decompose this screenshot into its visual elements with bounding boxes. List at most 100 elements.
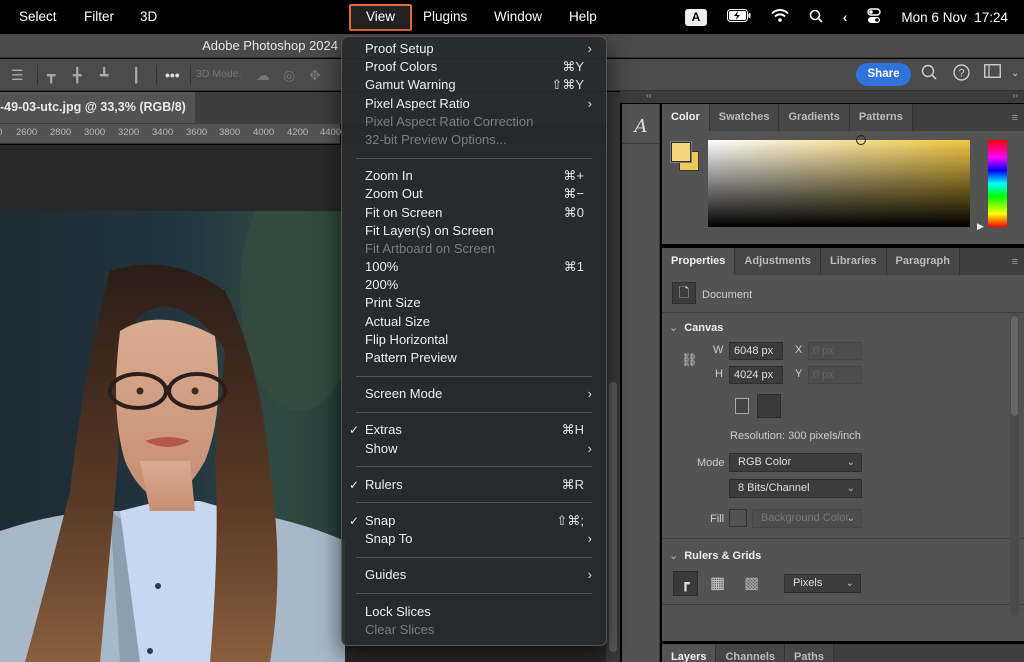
menu-item-zoom-in[interactable]: Zoom In ⌘+ <box>342 167 606 185</box>
width-field[interactable]: 6048 px <box>729 342 783 360</box>
hue-slider-handle[interactable]: ▶ <box>977 221 984 232</box>
menu-item-guides[interactable]: Guides › <box>342 566 606 584</box>
align-vcenter-icon[interactable]: ╋ <box>73 67 81 84</box>
menu-help[interactable]: Help <box>560 7 606 29</box>
rulers-grids-section-header[interactable]: ⌄ Rulers & Grids <box>669 549 761 562</box>
collapse-left-icon[interactable]: ‹‹ <box>646 91 651 100</box>
share-button[interactable]: Share <box>856 63 911 86</box>
panel-menu-icon[interactable]: ≡ <box>1012 112 1018 124</box>
menu-select[interactable]: Select <box>10 7 66 29</box>
menu-item-label: Pixel Aspect Ratio Correction <box>365 113 534 129</box>
more-options-icon[interactable]: ••• <box>165 67 180 83</box>
tab-layers[interactable]: Layers <box>662 644 717 662</box>
menu-item-print-size[interactable]: Print Size <box>342 294 606 312</box>
align-bottom-icon[interactable]: ┻ <box>100 67 108 84</box>
fill-color-swatch[interactable] <box>729 509 747 527</box>
menu-item-lock-slices[interactable]: Lock Slices <box>342 603 606 621</box>
menu-view[interactable]: View <box>349 4 413 31</box>
document-tab[interactable]: -49-03-utc.jpg @ 33,3% (RGB/8) <box>0 92 195 123</box>
tab-channels[interactable]: Channels <box>716 644 785 662</box>
workspace-icon[interactable] <box>984 64 1001 83</box>
canvas-section-header[interactable]: ⌄ Canvas <box>669 321 723 334</box>
menu-item-fit-layer-s-on-screen[interactable]: Fit Layer(s) on Screen <box>342 222 606 240</box>
color-mode-select[interactable]: RGB Color ⌄ <box>729 453 862 472</box>
tab-libraries[interactable]: Libraries <box>821 248 887 275</box>
3d-roll-icon[interactable]: ◎ <box>283 67 295 84</box>
menu-item-fit-artboard-on-screen: Fit Artboard on Screen <box>342 240 606 258</box>
panel-menu-icon[interactable]: ≡ <box>1012 256 1018 268</box>
battery-icon[interactable] <box>726 9 751 25</box>
menu-item-label: Show <box>365 440 398 456</box>
scrollbar-thumb[interactable] <box>609 382 617 652</box>
bit-depth-select[interactable]: 8 Bits/Channel ⌄ <box>729 479 862 498</box>
ruler-units-select[interactable]: Pixels ⌄ <box>784 574 861 593</box>
scrollbar-thumb[interactable] <box>1011 316 1018 416</box>
grid-icon[interactable]: ▦ <box>710 573 725 593</box>
spotlight-search-icon[interactable] <box>809 9 823 26</box>
collapse-right-icon[interactable]: ›› <box>1013 91 1018 100</box>
menu-item-fit-on-screen[interactable]: Fit on Screen ⌘0 <box>342 204 606 222</box>
link-dimensions-icon[interactable]: ⛓ <box>681 352 698 368</box>
dock-collapse-bar[interactable]: ‹‹ ›› <box>620 91 1024 103</box>
workspace-chevron-icon[interactable]: ⌄ <box>1011 68 1019 79</box>
rulers-toggle-icon[interactable]: ┏ <box>673 571 698 596</box>
align-top-icon[interactable]: ┳ <box>47 67 55 84</box>
menu-item-200[interactable]: 200% <box>342 276 606 294</box>
menu-item-proof-setup[interactable]: Proof Setup › <box>342 40 606 58</box>
menu-item-show[interactable]: Show › <box>342 440 606 458</box>
distribute-icon[interactable]: ┃ <box>132 67 140 84</box>
menu-item-100[interactable]: 100% ⌘1 <box>342 258 606 276</box>
pixel-grid-icon[interactable]: ▩ <box>744 573 759 593</box>
menu-item-gamut-warning[interactable]: Gamut Warning ⇧⌘Y <box>342 76 606 94</box>
menu-plugins[interactable]: Plugins <box>414 7 476 29</box>
help-icon[interactable]: ? <box>953 64 970 86</box>
3d-pan-icon[interactable]: ✥ <box>309 67 321 84</box>
chevron-left-icon[interactable]: ‹ <box>843 10 848 25</box>
tab-swatches[interactable]: Swatches <box>709 104 780 131</box>
menu-filter[interactable]: Filter <box>75 7 123 29</box>
menu-item-extras[interactable]: ✓ Extras ⌘H <box>342 421 606 439</box>
input-source-icon[interactable]: A <box>684 8 707 26</box>
menu-item-screen-mode[interactable]: Screen Mode › <box>342 385 606 403</box>
clock[interactable]: Mon 6 Nov 17:24 <box>901 10 1008 25</box>
character-panel-icon[interactable]: A <box>622 104 660 144</box>
color-field[interactable] <box>708 140 970 227</box>
menu-3d[interactable]: 3D <box>131 7 166 29</box>
tab-gradients[interactable]: Gradients <box>779 104 850 131</box>
menu-item-snap-to[interactable]: Snap To › <box>342 530 606 548</box>
tab-paragraph[interactable]: Paragraph <box>886 248 960 275</box>
y-field[interactable]: 0 px <box>808 366 862 384</box>
foreground-color-swatch[interactable] <box>670 141 692 163</box>
portrait-orientation-icon[interactable] <box>735 398 749 414</box>
tab-patterns[interactable]: Patterns <box>849 104 913 131</box>
fill-value: Background Color <box>761 512 850 524</box>
menu-item-zoom-out[interactable]: Zoom Out ⌘− <box>342 185 606 203</box>
properties-scrollbar[interactable] <box>1010 314 1019 616</box>
height-field[interactable]: 4024 px <box>729 366 783 384</box>
align-center-icon[interactable]: ☰ <box>11 67 24 84</box>
menu-item-pattern-preview[interactable]: Pattern Preview <box>342 349 606 367</box>
menu-item-proof-colors[interactable]: Proof Colors ⌘Y <box>342 58 606 76</box>
menu-item-flip-horizontal[interactable]: Flip Horizontal <box>342 331 606 349</box>
menu-item-actual-size[interactable]: Actual Size <box>342 313 606 331</box>
document-photo[interactable] <box>0 211 345 662</box>
tab-adjustments[interactable]: Adjustments <box>735 248 822 275</box>
wifi-icon[interactable] <box>771 9 789 25</box>
menu-item-snap[interactable]: ✓ Snap ⇧⌘; <box>342 512 606 530</box>
color-picker-handle[interactable] <box>856 135 866 145</box>
menu-window[interactable]: Window <box>485 7 551 29</box>
canvas-vertical-scrollbar[interactable] <box>606 92 620 662</box>
x-field[interactable]: 0 px <box>808 342 862 360</box>
search-icon[interactable] <box>921 64 937 85</box>
menu-item-label: Clear Slices <box>365 621 435 637</box>
tab-color[interactable]: Color <box>662 104 710 131</box>
hue-slider[interactable] <box>988 140 1007 227</box>
tab-paths[interactable]: Paths <box>785 644 834 662</box>
control-center-icon[interactable] <box>867 7 882 27</box>
3d-orbit-icon[interactable]: ☁ <box>256 67 270 84</box>
menu-item-rulers[interactable]: ✓ Rulers ⌘R <box>342 476 606 494</box>
menu-item-pixel-aspect-ratio[interactable]: Pixel Aspect Ratio › <box>342 95 606 113</box>
tab-properties[interactable]: Properties <box>662 248 736 275</box>
fill-select[interactable]: Background Color ⌄ <box>752 509 862 528</box>
landscape-orientation-icon[interactable] <box>757 394 781 418</box>
